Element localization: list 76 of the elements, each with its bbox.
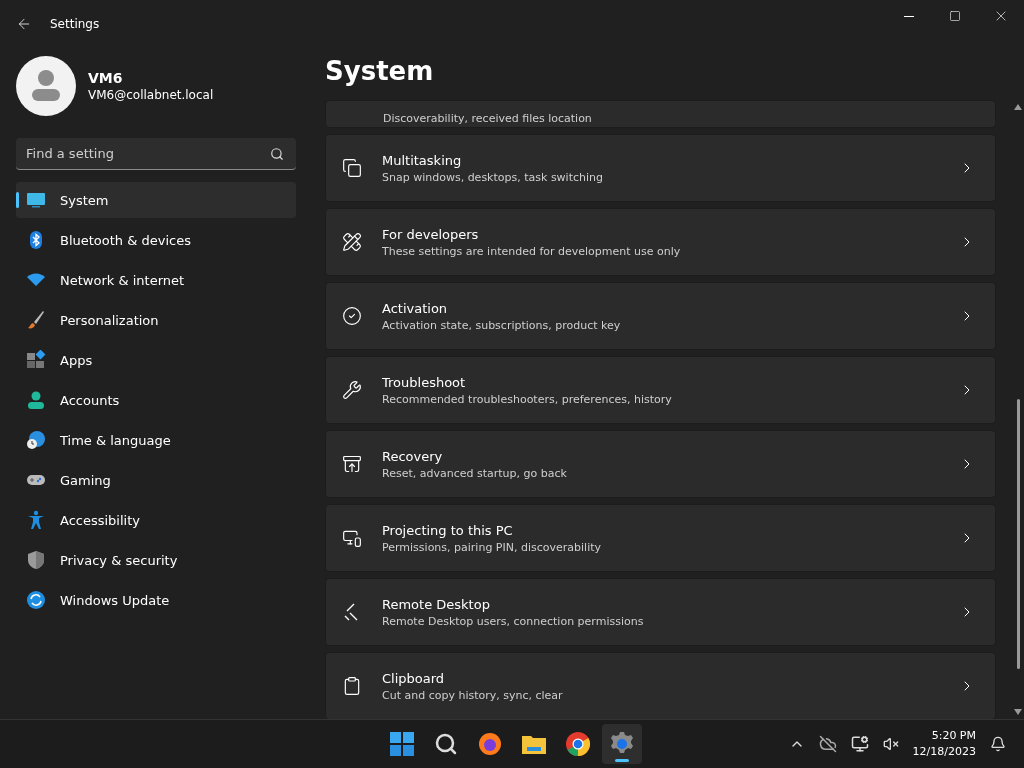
monitor-icon (26, 190, 46, 210)
card-title: Recovery (382, 448, 444, 464)
card-title: Activation (382, 300, 449, 316)
back-icon[interactable] (16, 16, 32, 32)
minimize-icon (904, 15, 914, 17)
settings-card[interactable]: Discoverability, received files location (325, 100, 996, 128)
apps-icon (26, 350, 46, 370)
wrench-icon (342, 380, 362, 400)
settings-card[interactable]: Troubleshoot Recommended troubleshooters, preferences, history (325, 356, 996, 424)
card-subtitle: Recommended troubleshooters, preferences, history (382, 392, 673, 406)
person-icon (26, 390, 46, 410)
settings-card[interactable]: Remote Desktop Remote Desktop users, connection permissions (325, 578, 996, 646)
card-title: For developers (382, 226, 480, 242)
settings-card[interactable]: For developers These settings are intended for development use only (325, 208, 996, 276)
globe-clock-icon (26, 430, 46, 450)
card-subtitle: Permissions, pairing PIN, discoverability (382, 540, 603, 554)
page-title: System (325, 56, 435, 86)
brush-icon (26, 310, 46, 330)
restore-icon (342, 454, 362, 474)
nav-item[interactable]: Apps (16, 342, 296, 378)
nav-item[interactable]: Time & language (16, 422, 296, 458)
maximize-icon (949, 10, 961, 22)
card-title: Projecting to this PC (382, 522, 514, 538)
settings-card[interactable]: Recovery Reset, advanced startup, go back (325, 430, 996, 498)
nav-item[interactable]: Gaming (16, 462, 296, 498)
cloud-off-icon[interactable] (818, 735, 837, 753)
nav-item[interactable]: Network & internet (16, 262, 296, 298)
bell-icon[interactable] (990, 736, 1006, 752)
card-subtitle: Remote Desktop users, connection permissions (382, 614, 645, 628)
card-title: Clipboard (382, 670, 446, 686)
running-indicator (615, 759, 629, 762)
nav-item[interactable]: Bluetooth & devices (16, 222, 296, 258)
nav-item[interactable]: Personalization (16, 302, 296, 338)
nav-item[interactable]: Accounts (16, 382, 296, 418)
clock-date[interactable]: 12/18/2023 (912, 744, 976, 760)
tools-icon (342, 232, 362, 252)
card-subtitle: These settings are intended for development use only (382, 244, 682, 258)
update-icon (26, 590, 46, 610)
start-icon (389, 731, 415, 757)
scroll-thumb[interactable] (1016, 399, 1020, 669)
settings-card[interactable]: Activation Activation state, subscriptions, product key (325, 282, 996, 350)
user-name: VM6 (88, 70, 124, 86)
card-subtitle: Snap windows, desktops, task switching (382, 170, 604, 184)
card-subtitle: Activation state, subscriptions, product key (382, 318, 622, 332)
windows-icon (342, 158, 362, 178)
card-title: Troubleshoot (382, 374, 467, 390)
settings-card[interactable]: Multitasking Snap windows, desktops, task switching (325, 134, 996, 202)
nav-item[interactable]: System (16, 182, 296, 218)
clipboard-icon (342, 676, 362, 696)
card-title: Remote Desktop (382, 596, 491, 612)
search-field[interactable]: Find a setting (16, 138, 296, 170)
shield-icon (26, 550, 46, 570)
search-icon (270, 147, 284, 161)
settings-card[interactable]: Clipboard Cut and copy history, sync, clear (325, 652, 996, 719)
accessibility-icon (26, 510, 46, 530)
selection-indicator (16, 192, 19, 208)
person-icon (31, 69, 61, 103)
check-circle-icon (342, 306, 362, 326)
card-subtitle: Reset, advanced startup, go back (382, 466, 568, 480)
nav-item[interactable]: Windows Update (16, 582, 296, 618)
user-email: VM6@collabnet.local (88, 88, 214, 102)
mute-icon[interactable] (882, 736, 899, 752)
clock-time[interactable]: 5:20 PM (912, 728, 976, 744)
scroll-up-icon[interactable] (1014, 104, 1022, 110)
card-subtitle: Cut and copy history, sync, clear (382, 688, 564, 702)
network-icon[interactable] (850, 735, 869, 753)
search-icon (434, 732, 458, 756)
taskbar-app[interactable] (602, 724, 642, 764)
settings-card[interactable]: Projecting to this PC Permissions, pairing PIN, discoverability (325, 504, 996, 572)
scroll-down-icon[interactable] (1014, 709, 1022, 715)
window-title: Settings (50, 17, 100, 31)
card-subtitle: Discoverability, received files location (383, 112, 592, 125)
nav-item[interactable]: Accessibility (16, 502, 296, 538)
screens-icon (342, 528, 362, 548)
card-title: Multitasking (382, 152, 463, 168)
nav-item[interactable]: Privacy & security (16, 542, 296, 578)
